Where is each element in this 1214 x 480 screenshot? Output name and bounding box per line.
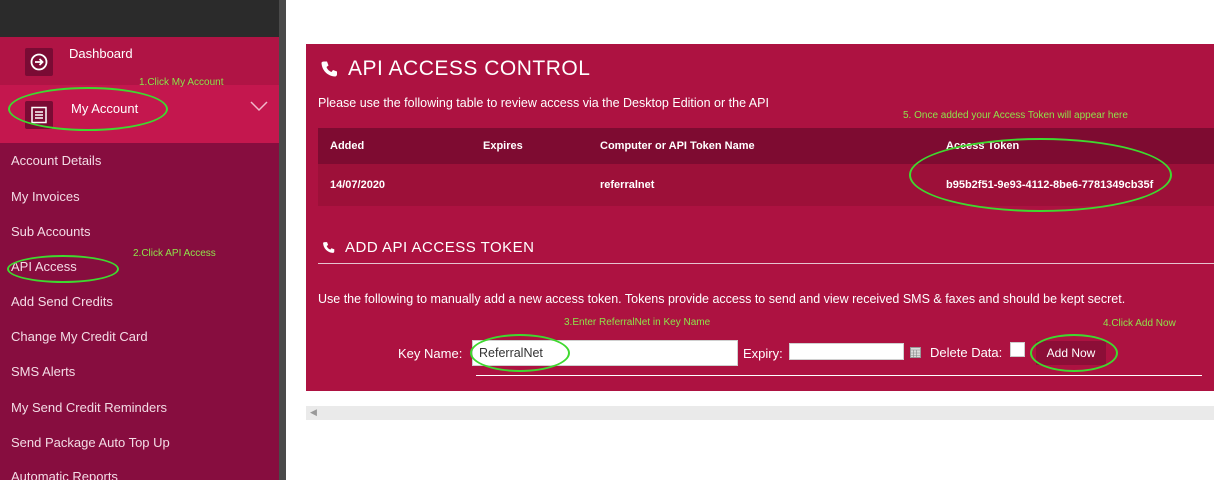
sidebar-item-automatic-reports[interactable]: Automatic Reports	[11, 469, 118, 480]
sidebar-item-add-send-credits[interactable]: Add Send Credits	[11, 294, 113, 309]
annotation-ring-token	[909, 138, 1172, 212]
column-header-expires: Expires	[483, 140, 523, 152]
section-title-text: ADD API ACCESS TOKEN	[345, 239, 535, 256]
sidebar-item-account-details[interactable]: Account Details	[11, 153, 101, 168]
chevron-down-icon[interactable]	[250, 100, 268, 112]
annotation-step3: 3.Enter ReferralNet in Key Name	[564, 317, 711, 328]
phone-icon	[323, 242, 335, 253]
sidebar-item-send-credit-reminders[interactable]: My Send Credit Reminders	[11, 400, 167, 415]
annotation-ring-api-access	[7, 255, 119, 283]
expiry-input[interactable]	[789, 343, 904, 360]
sidebar-item-sms-alerts[interactable]: SMS Alerts	[11, 364, 75, 379]
annotation-step1: 1.Click My Account	[139, 77, 224, 88]
key-name-label: Key Name:	[398, 346, 463, 361]
sidebar-edge	[279, 0, 286, 480]
calendar-icon[interactable]	[910, 347, 921, 358]
sidebar-item-sub-accounts[interactable]: Sub Accounts	[11, 224, 91, 239]
annotation-step4: 4.Click Add Now	[1103, 318, 1176, 329]
column-header-added: Added	[330, 140, 365, 152]
add-token-description: Use the following to manually add a new …	[318, 292, 1126, 306]
scroll-left-icon[interactable]: ◀	[310, 407, 317, 418]
sidebar-item-change-credit-card[interactable]: Change My Credit Card	[11, 329, 148, 344]
delete-data-checkbox[interactable]	[1010, 342, 1025, 357]
add-token-section-header: ADD API ACCESS TOKEN	[318, 234, 1214, 264]
panel-title: API ACCESS CONTROL	[320, 57, 590, 81]
sidebar-item-auto-top-up[interactable]: Send Package Auto Top Up	[11, 435, 170, 450]
panel-title-text: API ACCESS CONTROL	[348, 57, 591, 80]
form-divider	[476, 375, 1202, 376]
phone-icon	[321, 61, 337, 77]
annotation-ring-account	[8, 87, 168, 131]
annotation-step2: 2.Click API Access	[133, 248, 216, 259]
arrow-circle-icon	[25, 48, 53, 76]
annotation-ring-add-now	[1030, 334, 1118, 372]
cell-name: referralnet	[600, 179, 655, 191]
annotation-ring-key-name	[470, 334, 570, 372]
cell-added: 14/07/2020	[330, 179, 386, 191]
expiry-label: Expiry:	[743, 346, 783, 361]
sidebar-item-my-invoices[interactable]: My Invoices	[11, 189, 80, 204]
delete-data-label: Delete Data:	[930, 345, 1003, 360]
sidebar-top-bar	[0, 0, 279, 37]
column-header-name: Computer or API Token Name	[600, 140, 755, 152]
panel-description: Please use the following table to review…	[318, 96, 769, 110]
annotation-step5: 5. Once added your Access Token will app…	[903, 110, 1128, 121]
page: Dashboard My Account Account Details My …	[0, 0, 1214, 480]
sidebar: Dashboard My Account Account Details My …	[0, 0, 279, 480]
section-title: ADD API ACCESS TOKEN	[322, 239, 535, 256]
horizontal-scrollbar[interactable]: ◀	[306, 406, 1214, 420]
sidebar-item-label: Dashboard	[69, 46, 133, 61]
